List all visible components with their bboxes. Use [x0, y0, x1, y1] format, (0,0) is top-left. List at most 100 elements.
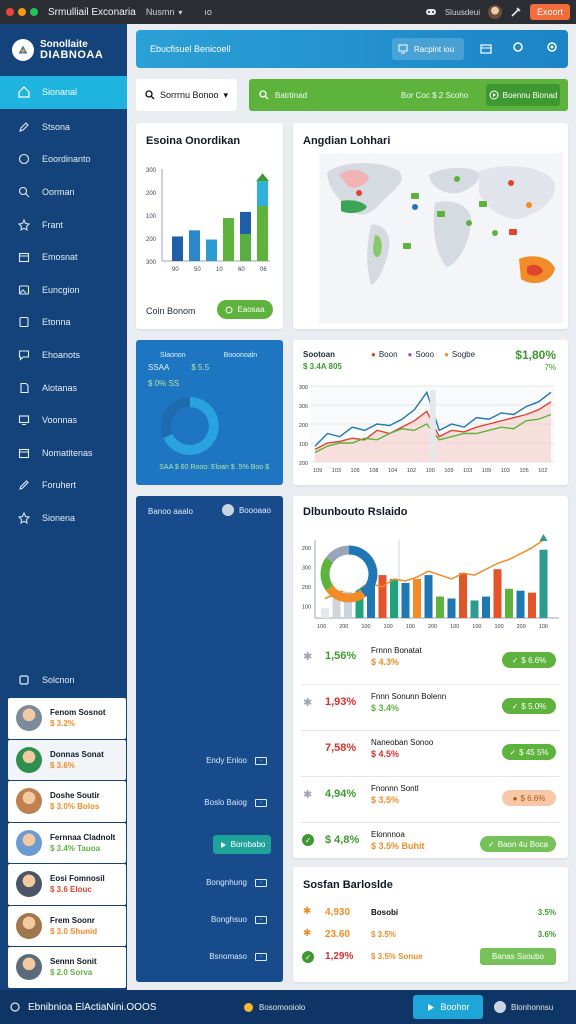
gear-icon[interactable]	[546, 41, 558, 53]
window-icon[interactable]	[480, 44, 492, 54]
card-footer-label: Coin Bonom	[146, 306, 196, 316]
refresh-icon[interactable]	[512, 41, 524, 53]
sidebar-item-2[interactable]: Eoordinanto	[0, 143, 127, 176]
user-value: $ 3.6 Elouc	[50, 885, 92, 895]
user-list-item[interactable]: Donnas Sonat $ 3.6%	[8, 739, 126, 780]
panel-active-button[interactable]: Borobabo	[213, 835, 271, 854]
donut-slice	[320, 557, 334, 591]
tools-icon[interactable]	[510, 6, 522, 18]
user-list-item[interactable]: Frem Soonr $ 3.0 Shunid	[8, 905, 126, 946]
world-map	[319, 153, 563, 323]
brand[interactable]: Sonollaite DIABNOAA	[0, 24, 127, 76]
y-tick-label: 300	[146, 168, 157, 174]
row-action-button[interactable]: Banas Ssoubo	[480, 948, 556, 965]
green-bar-button-label: Boennu Bionad	[502, 90, 558, 100]
sidebar-item-12[interactable]: Foruhert	[0, 469, 127, 502]
sidebar-item-11[interactable]: Nomatitenas	[0, 437, 127, 470]
row-chip[interactable]: ✓ $ 5.0%	[502, 698, 556, 714]
more-menu[interactable]: ıo	[204, 7, 212, 17]
row-name: Fnonnn Sontl	[371, 784, 419, 793]
badge-icon: ▫	[255, 952, 267, 961]
panel-row[interactable]: Bonghsuo ▫	[211, 915, 267, 924]
sidebar-item-0[interactable]: Sionanal	[0, 76, 127, 109]
sidebar-item-3[interactable]: Oorman	[0, 176, 127, 209]
sidebar-item-7[interactable]: Etonna	[0, 306, 127, 339]
legend-value: $ 3.4A 805	[303, 362, 342, 371]
x-tick-label: 109	[482, 468, 491, 474]
minimize-window-button[interactable]	[18, 8, 26, 16]
bar	[189, 230, 200, 261]
panel-row[interactable]: Bsnomaso ▫	[209, 952, 267, 961]
status-user[interactable]: Blonhonnsu	[494, 1001, 553, 1013]
maximize-window-button[interactable]	[30, 8, 38, 16]
user-list-item[interactable]: Sennn Sonit $ 2.0 Sorva	[8, 947, 126, 988]
row-chip[interactable]: ✓ $ 45 5%	[502, 744, 556, 760]
trend-arrow-icon	[539, 534, 548, 541]
sidebar-item-8[interactable]: Ehoanots	[0, 339, 127, 372]
gamepad-icon[interactable]	[425, 6, 437, 18]
row-chip[interactable]: ✓ $ 6.6%	[502, 652, 556, 668]
search-filter[interactable]: Sorrrnu Bonoo ▾	[136, 79, 237, 111]
export-button[interactable]: Exoort	[529, 4, 570, 20]
gauge-label-1: Slaonon	[160, 352, 186, 359]
sidebar-item-6[interactable]: Euncgion	[0, 274, 127, 307]
card-action-button[interactable]: Eaosaa	[217, 300, 273, 319]
user-name: Donnas Sonat	[50, 749, 104, 759]
panel-row[interactable]: Boslo Baiog ▫	[204, 798, 267, 807]
y-tick-label: 200	[146, 191, 157, 197]
panel-row[interactable]: Bongnhung ▫	[206, 878, 267, 887]
sidebar-item-9[interactable]: Alotanas	[0, 371, 127, 404]
status-indicator: Bosomooiolo	[244, 1002, 305, 1012]
bar	[401, 582, 410, 618]
user-list-item[interactable]: Doshe Soutir $ 3.0% Bolos	[8, 781, 126, 822]
row-percent: 7,58%	[325, 742, 357, 754]
close-window-button[interactable]	[6, 8, 14, 16]
onordikan-card: Esoina Onordikan 300 200 100 200 300 90 50 10 60…	[136, 123, 283, 329]
bar	[378, 575, 387, 618]
card-title: Dlbunbouto Rslaido	[303, 506, 408, 518]
menu-dropdown[interactable]: Nusmn	[146, 7, 175, 17]
sidebar-item-settings[interactable]: Solcnon	[0, 664, 127, 697]
map-card: Angdian Lohhari	[293, 123, 568, 329]
user-list-item[interactable]: Fernnaa Cladnolt $ 3.4% Tauoa	[8, 822, 126, 863]
gear-icon	[19, 675, 29, 685]
user-list: Fenom Sosnot $ 3.2% Donnas Sonat $ 3.6% Dosh…	[8, 698, 126, 989]
user-list-item[interactable]: Fenom Sosnot $ 3.2%	[8, 698, 126, 739]
asterisk-icon: ✱	[303, 928, 312, 939]
sidebar-item-13[interactable]: Sionena	[0, 502, 127, 535]
x-tick-label: 100	[361, 624, 370, 630]
panel-header-right[interactable]: Boooaao	[221, 504, 271, 516]
line-chart-card: Sootoan $ 3.4A 805 ● Boon ● Sooo ● Sogbe $1…	[293, 340, 568, 485]
sidebar-item-4[interactable]: Frant	[0, 208, 127, 241]
y-tick-label: 100	[299, 442, 308, 448]
panel-row[interactable]: Endy Enloo ▫	[206, 756, 267, 765]
report-button[interactable]: Racpint iou	[392, 38, 464, 60]
user-name: Fenom Sosnot	[50, 708, 106, 718]
y-tick-label: 200	[146, 237, 157, 243]
row-name: $ 3.5%	[371, 930, 396, 939]
card-title: Sosfan Barloslde	[303, 879, 393, 891]
row-name: Fnnn Sonunn Bolenn	[371, 692, 447, 701]
check-icon: ●	[512, 793, 518, 803]
sidebar-item-1[interactable]: Stsona	[0, 111, 127, 144]
monitor-icon	[18, 415, 30, 426]
bar-segment	[240, 234, 251, 261]
chevron-down-icon[interactable]: ▾	[178, 8, 182, 17]
run-button[interactable]: Boohor	[413, 995, 483, 1019]
y-tick-label: 200	[302, 585, 311, 591]
search-icon	[18, 187, 30, 198]
x-tick-label: 50	[194, 267, 201, 273]
green-bar-button[interactable]: Boennu Bionad	[486, 84, 560, 106]
row-chip[interactable]: ✓ Baon 4u Boca	[480, 836, 556, 852]
x-tick-label: 103	[332, 468, 341, 474]
avatar[interactable]	[487, 5, 502, 19]
x-tick-label: 108	[369, 468, 378, 474]
avatar	[221, 504, 234, 516]
row-name: Elonnnoa	[371, 830, 405, 839]
user-list-item[interactable]: Eosi Fomnosil $ 3.6 Elouc	[8, 864, 126, 905]
row-chip[interactable]: ● $ 6.6%	[502, 790, 556, 806]
row-percent: 1,93%	[325, 696, 357, 708]
sidebar-item-10[interactable]: Voonnas	[0, 404, 127, 437]
sidebar-item-5[interactable]: Emosnat	[0, 241, 127, 274]
row-percent: 1,56%	[325, 650, 357, 662]
